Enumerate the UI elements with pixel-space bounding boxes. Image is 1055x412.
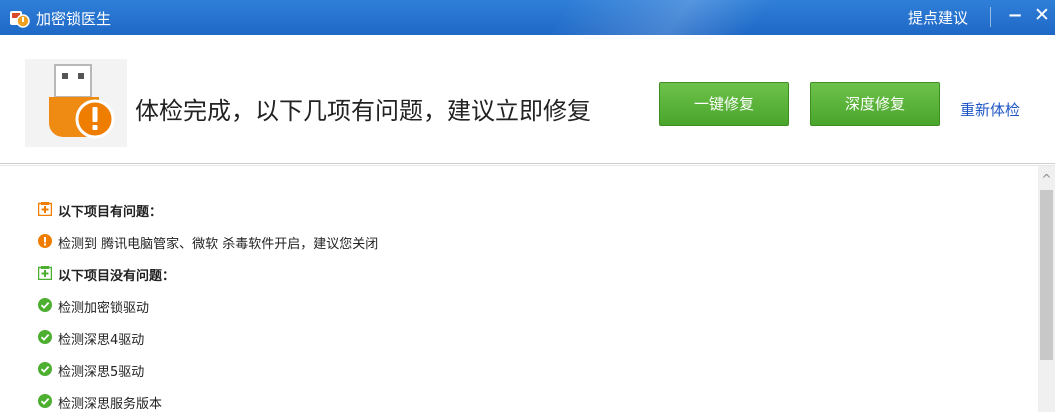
feedback-link[interactable]: 提点建议 <box>908 7 968 28</box>
problem-item-text: 检测到 腾讯电脑管家、微软 杀毒软件开启，建议您关闭 <box>58 237 379 252</box>
ok-item-text: 检测加密锁驱动 <box>58 301 150 316</box>
window-title: 加密锁医生 <box>36 10 112 28</box>
problem-list-icon <box>38 202 52 216</box>
title-bar-shine <box>536 0 844 35</box>
check-icon <box>38 362 52 376</box>
ok-list-icon <box>38 266 52 280</box>
vertical-scrollbar[interactable]: ^ <box>1038 166 1055 412</box>
result-header: 体检完成，以下几项有问题，建议立即修复 一键修复 深度修复 重新体检 <box>0 35 1055 164</box>
one-click-repair-button[interactable]: 一键修复 <box>659 82 789 126</box>
ok-heading-text: 以下项目没有问题： <box>58 269 176 284</box>
results-list: 以下项目有问题： 检测到 腾讯电脑管家、微软 杀毒软件开启，建议您关闭 以下项目… <box>0 166 1038 412</box>
close-button[interactable]: ✕ <box>1032 3 1052 27</box>
scroll-thumb[interactable] <box>1040 190 1053 360</box>
check-icon <box>38 394 52 408</box>
titlebar-divider <box>990 7 991 27</box>
app-logo-icon <box>10 11 30 28</box>
title-bar: 加密锁医生 提点建议 − ✕ <box>0 0 1055 35</box>
recheck-link[interactable]: 重新体检 <box>960 99 1020 120</box>
minimize-button[interactable]: − <box>1006 4 1024 28</box>
ok-item-text: 检测深思4驱动 <box>58 333 145 348</box>
deep-repair-button[interactable]: 深度修复 <box>810 82 940 126</box>
dongle-warning-icon <box>25 59 127 147</box>
ok-item-text: 检测深思服务版本 <box>58 397 163 412</box>
check-icon <box>38 330 52 344</box>
check-icon <box>38 298 52 312</box>
problem-heading-text: 以下项目有问题： <box>58 205 163 220</box>
scroll-up-arrow-icon[interactable]: ^ <box>1038 172 1055 186</box>
result-headline: 体检完成，以下几项有问题，建议立即修复 <box>135 97 591 125</box>
warning-icon <box>38 234 52 248</box>
ok-item-text: 检测深思5驱动 <box>58 365 145 380</box>
